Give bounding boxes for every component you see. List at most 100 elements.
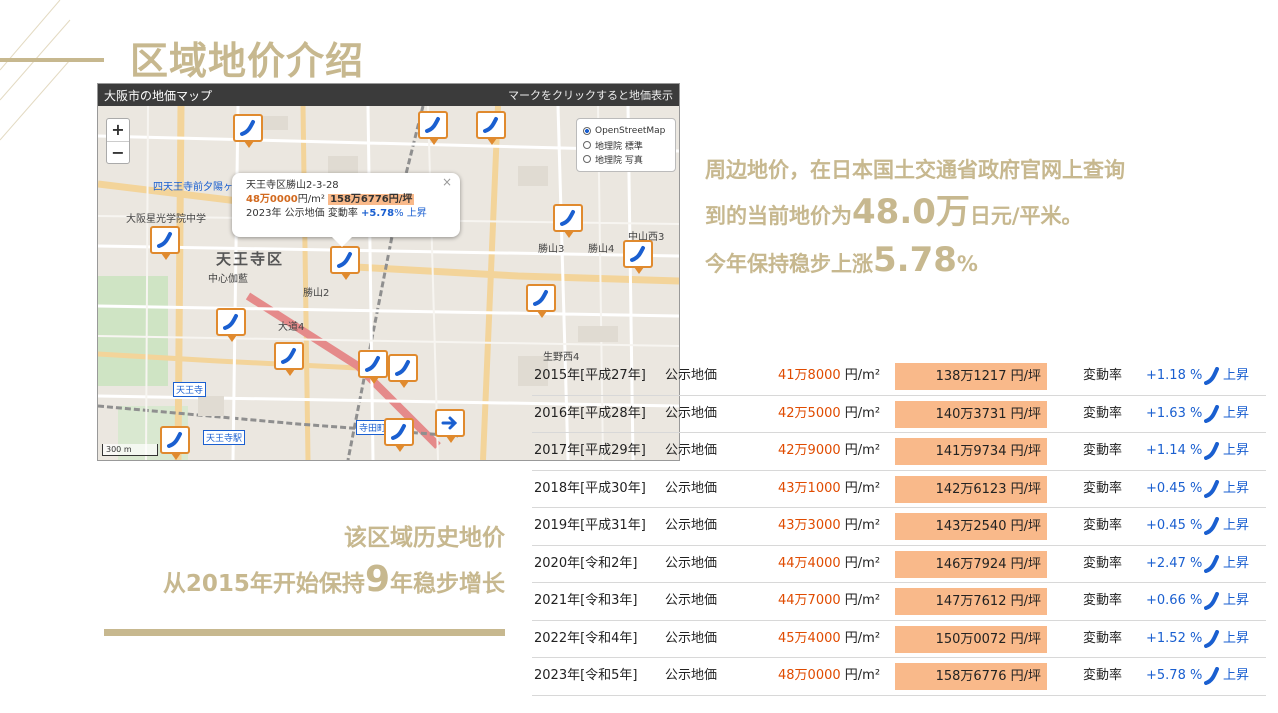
layer-option-osm[interactable]: OpenStreetMap	[583, 124, 669, 138]
page-title: 区域地价介绍	[130, 39, 365, 83]
row-direction: 上昇	[1204, 433, 1249, 469]
row-direction: 上昇	[1204, 658, 1249, 694]
popup-rate: +5.78	[361, 208, 395, 219]
row-price: 45万4000 円/m²	[778, 630, 881, 646]
row-tsubo: 147万7612 円/坪	[895, 588, 1047, 615]
layer-option-photo[interactable]: 地理院 写真	[583, 152, 669, 166]
row-type: 公示地価	[665, 480, 718, 496]
row-year: 2016年[平成28年]	[534, 405, 646, 421]
row-rate: +5.78 %	[1146, 668, 1203, 683]
area-label: 勝山2	[303, 288, 330, 299]
current-price-value: 48.0万	[852, 192, 970, 232]
price-marker[interactable]	[388, 354, 418, 388]
table-row: 2015年[平成27年] 公示地価 41万8000 円/m² 138万1217 円/坪…	[532, 358, 1266, 396]
price-marker[interactable]	[435, 409, 465, 443]
trend-up-icon	[1204, 629, 1219, 648]
growth-rate-value: 5.78	[873, 240, 957, 280]
row-type: 公示地価	[665, 405, 718, 421]
table-row: 2017年[平成29年] 公示地価 42万9000 円/m² 141万9734 円/坪…	[532, 433, 1266, 471]
radio-icon	[583, 155, 591, 163]
row-tsubo: 143万2540 円/坪	[895, 513, 1047, 540]
popup-tsubo: 158万6776円/坪	[328, 194, 415, 205]
row-type: 公示地価	[665, 518, 718, 533]
row-price: 43万3000 円/m²	[778, 518, 881, 533]
trend-arrow-right-icon	[441, 416, 458, 430]
row-year: 2022年[令和4年]	[534, 630, 638, 646]
row-rate: +2.47 %	[1146, 555, 1203, 571]
trend-up-icon	[240, 120, 255, 136]
row-type: 公示地価	[665, 668, 718, 683]
trend-up-icon	[1204, 367, 1219, 385]
table-row: 2016年[平成28年] 公示地価 42万5000 円/m² 140万3731 円/坪…	[532, 396, 1266, 433]
row-rate-label: 変動率	[1083, 630, 1123, 646]
price-marker[interactable]	[623, 240, 653, 274]
history-line-1: 该区域历史地价	[344, 525, 505, 551]
price-marker-selected[interactable]	[330, 246, 360, 280]
row-tsubo: 158万6776 円/坪	[895, 663, 1047, 690]
history-line-2: 从2015年开始保持9年稳步增长	[162, 559, 505, 600]
price-marker[interactable]	[553, 204, 583, 238]
map-scale: 300 m	[102, 444, 158, 456]
price-marker[interactable]	[358, 350, 388, 384]
row-rate: +1.14 %	[1146, 443, 1203, 458]
row-type: 公示地価	[665, 593, 718, 608]
popup-close-button[interactable]: ×	[442, 175, 452, 189]
price-marker[interactable]	[526, 284, 556, 318]
row-year: 2019年[平成31年]	[534, 518, 646, 533]
row-year: 2018年[平成30年]	[534, 480, 646, 496]
area-label: 大道4	[278, 322, 305, 333]
price-marker[interactable]	[274, 342, 304, 376]
zoom-in-button[interactable]: +	[107, 119, 129, 141]
price-marker[interactable]	[476, 111, 506, 145]
price-marker[interactable]	[150, 226, 180, 260]
trend-up-icon	[391, 424, 406, 440]
row-rate-label: 変動率	[1083, 668, 1123, 683]
price-marker[interactable]	[384, 418, 414, 452]
land-price-popup: × 天王寺区勝山2-3-28 48万0000円/m² 158万6776円/坪 2…	[232, 173, 460, 247]
table-row: 2018年[平成30年] 公示地価 43万1000 円/m² 142万6123 円/坪…	[532, 471, 1266, 508]
layer-option-standard[interactable]: 地理院 標準	[583, 138, 669, 152]
trend-up-icon	[223, 314, 238, 330]
trend-up-icon	[425, 117, 440, 133]
row-rate-label: 変動率	[1083, 368, 1123, 383]
area-label: 勝山3	[538, 244, 565, 255]
row-tsubo: 146万7924 円/坪	[895, 550, 1047, 578]
title-rule	[0, 58, 104, 62]
row-price: 42万9000 円/m²	[778, 443, 881, 458]
radio-selected-icon	[583, 127, 591, 135]
row-rate-label: 変動率	[1083, 593, 1123, 608]
layer-switcher: OpenStreetMap 地理院 標準 地理院 写真	[576, 118, 676, 172]
popup-price: 48万0000	[246, 194, 298, 205]
price-marker[interactable]	[233, 114, 263, 148]
history-summary: 该区域历史地价 从2015年开始保持9年稳步增长	[85, 518, 505, 606]
popup-rate-label: 変動率	[327, 208, 358, 219]
row-rate-label: 変動率	[1083, 555, 1123, 571]
zoom-out-button[interactable]: −	[107, 141, 129, 163]
price-marker[interactable]	[160, 426, 190, 460]
row-price: 43万1000 円/m²	[778, 480, 881, 496]
row-rate-label: 変動率	[1083, 518, 1123, 533]
trend-up-icon	[365, 356, 380, 372]
row-direction: 上昇	[1204, 508, 1249, 544]
row-price: 44万4000 円/m²	[778, 555, 881, 571]
row-direction: 上昇	[1204, 358, 1249, 394]
area-label: 勝山4	[588, 244, 615, 255]
row-year: 2017年[平成29年]	[534, 443, 646, 458]
popup-address: 天王寺区勝山2-3-28	[246, 180, 339, 191]
trend-up-icon	[337, 252, 352, 268]
trend-up-icon	[1204, 479, 1219, 498]
row-year: 2015年[平成27年]	[534, 368, 646, 383]
station-label: 四天王寺前夕陽ヶ丘	[153, 182, 243, 193]
row-rate-label: 変動率	[1083, 480, 1123, 496]
row-rate: +1.18 %	[1146, 368, 1203, 383]
trend-up-icon	[157, 232, 172, 248]
price-marker[interactable]	[418, 111, 448, 145]
map-title: 大阪市の地価マップ	[104, 88, 213, 103]
row-direction: 上昇	[1204, 546, 1249, 582]
price-marker[interactable]	[216, 308, 246, 342]
trend-up-icon	[1204, 667, 1219, 685]
row-year: 2023年[令和5年]	[534, 668, 638, 683]
row-type: 公示地価	[665, 368, 718, 383]
row-rate: +0.66 %	[1146, 593, 1203, 608]
zoom-control: + −	[106, 118, 130, 164]
